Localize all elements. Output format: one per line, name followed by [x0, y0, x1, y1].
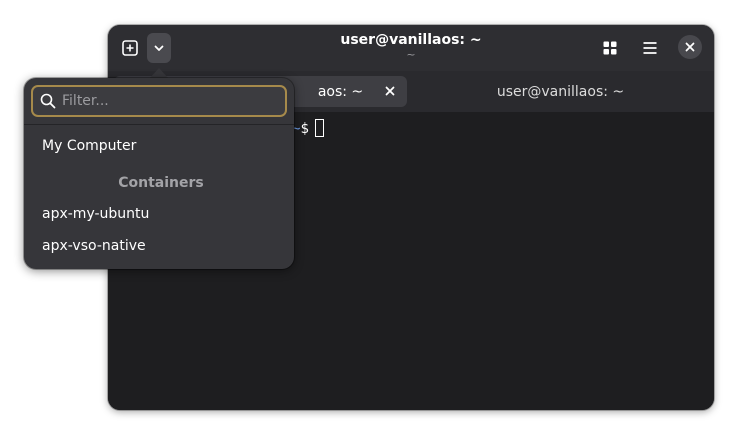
popover-arrow	[150, 68, 168, 78]
chevron-down-icon	[154, 45, 164, 51]
close-window-button[interactable]	[678, 35, 702, 59]
popover-divider	[24, 124, 294, 125]
header-bar: user@vanillaos: ~ ~	[108, 25, 714, 71]
plus-square-icon	[122, 40, 138, 56]
close-icon	[385, 86, 395, 96]
window-subtitle: ~	[406, 48, 416, 61]
main-menu-button[interactable]	[636, 33, 664, 63]
close-icon	[685, 42, 695, 52]
tab-inactive[interactable]: user@vanillaos: ~	[413, 76, 708, 107]
filter-search-box[interactable]	[31, 85, 287, 117]
window-title-block: user@vanillaos: ~ ~	[258, 31, 564, 61]
grid-icon	[603, 41, 617, 55]
window-title: user@vanillaos: ~	[340, 32, 482, 48]
tab-label: aos: ~	[317, 83, 364, 100]
tab-close-button[interactable]	[383, 84, 397, 98]
container-item-apx-my-ubuntu[interactable]: apx-my-ubuntu	[42, 205, 149, 223]
profile-item-my-computer[interactable]: My Computer	[42, 137, 136, 155]
new-tab-dropdown-button[interactable]	[147, 33, 171, 63]
text-cursor	[314, 119, 324, 137]
profiles-popover: My Computer Containers apx-my-ubuntu apx…	[24, 78, 294, 269]
new-tab-button[interactable]	[118, 33, 142, 63]
container-item-apx-vso-native[interactable]: apx-vso-native	[42, 237, 146, 255]
tab-label: user@vanillaos: ~	[496, 83, 625, 100]
prompt-symbol: $	[300, 121, 309, 137]
tabs-overview-button[interactable]	[596, 33, 624, 63]
containers-heading: Containers	[118, 175, 204, 191]
hamburger-menu-icon	[643, 42, 657, 54]
search-icon	[39, 92, 57, 110]
filter-input[interactable]	[62, 93, 272, 109]
